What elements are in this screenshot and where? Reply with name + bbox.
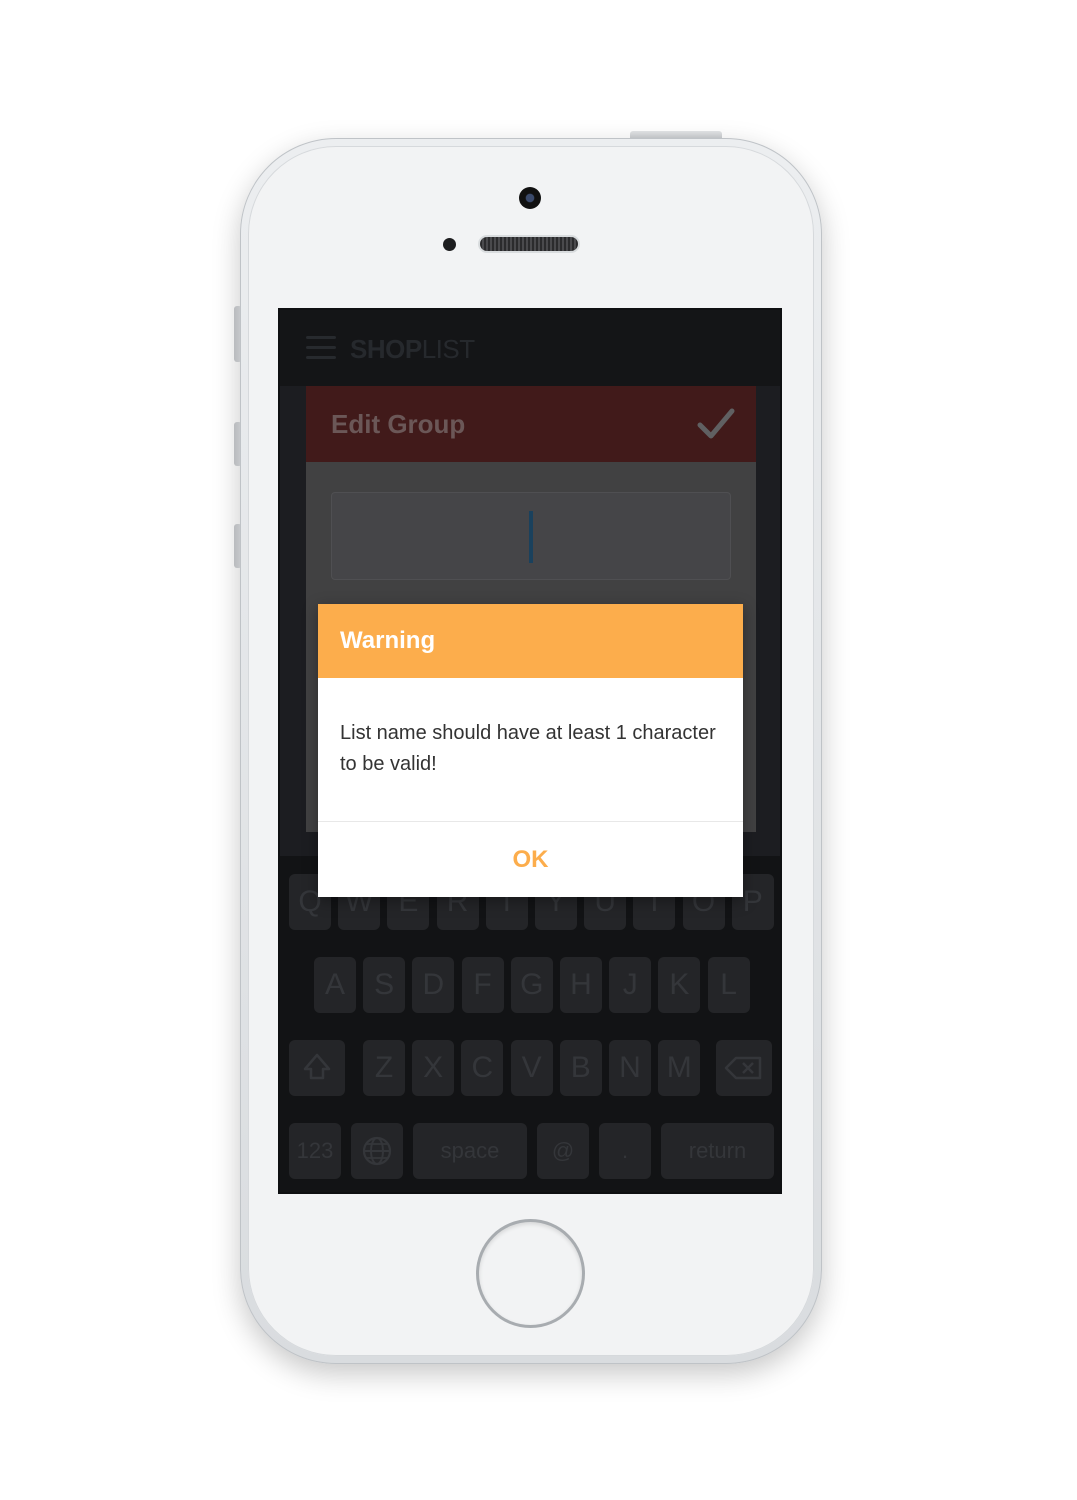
front-camera bbox=[519, 187, 541, 209]
dialog-title: Warning bbox=[340, 627, 436, 654]
dialog-message: List name should have at least 1 charact… bbox=[340, 722, 716, 775]
home-button[interactable] bbox=[479, 1222, 582, 1325]
warning-dialog: Warning List name should have at least 1… bbox=[318, 604, 743, 897]
earpiece-speaker bbox=[480, 237, 578, 251]
dialog-header: Warning bbox=[318, 604, 743, 678]
ok-button[interactable]: OK bbox=[318, 822, 743, 897]
proximity-sensor bbox=[443, 238, 456, 251]
